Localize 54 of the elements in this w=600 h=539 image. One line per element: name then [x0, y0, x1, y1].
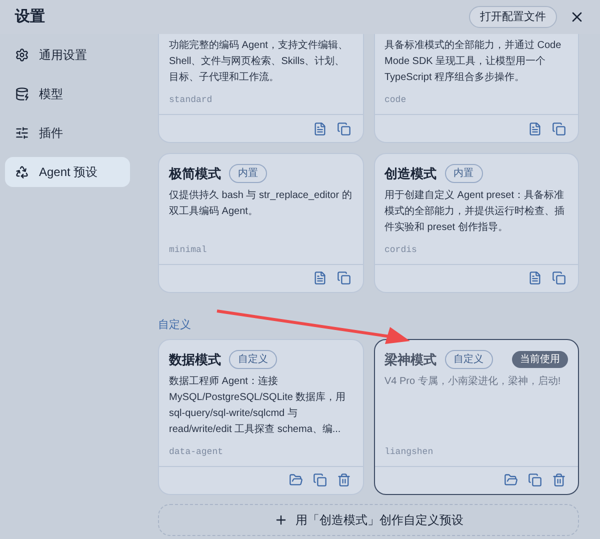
preset-card[interactable]: 功能完整的编码 Agent，支持文件编辑、Shell、文件与网页检索、Skills、计划、目标、子代理和工作流。 standard — [158, 34, 364, 143]
sidebar-item[interactable]: 通用设置 — [5, 40, 130, 70]
trash-icon[interactable] — [552, 473, 566, 487]
add-preset-button[interactable]: 用「创造模式」创作自定义预设 — [158, 504, 579, 536]
preset-description: 具备标准模式的全部能力，并通过 Code Mode SDK 呈现工具，让模型用一个 TypeScript 程序组合多步操作。 — [384, 38, 562, 85]
preset-title: 梁神模式 — [384, 351, 436, 369]
preset-card[interactable]: 梁神模式 自定义 当前使用 V4 Pro 专属，小南梁进化，梁神，启动! liangshen — [374, 339, 579, 494]
folder-icon[interactable] — [288, 473, 302, 487]
copy-icon[interactable] — [552, 122, 566, 136]
copy-icon[interactable] — [336, 122, 350, 136]
preset-tag: 自定义 — [444, 350, 492, 370]
preset-description: 功能完整的编码 Agent，支持文件编辑、Shell、文件与网页检索、Skills、计划、目标、子代理和工作流。 — [169, 38, 349, 85]
preset-id: minimal — [169, 244, 208, 256]
current-tag: 当前使用 — [512, 351, 568, 368]
preset-title: 极简模式 — [169, 165, 221, 183]
preset-card[interactable]: 极简模式 内置 仅提供持久 bash 与 str_replace_editor 的双工具编码 Agent。 minimal — [158, 153, 364, 292]
preset-description: 数据工程师 Agent：连接 MySQL/PostgreSQL/SQLite 数据库，用 sql-query/sql-write/sqlcmd 与 read/write/edit 工具探查 schema、编... — [169, 374, 347, 436]
preset-title: 数据模式 — [169, 351, 221, 369]
folder-icon[interactable] — [504, 473, 518, 487]
copy-icon[interactable] — [528, 473, 542, 487]
window-title: 设置 — [15, 6, 45, 27]
preset-description: 用于创建自定义 Agent preset：具备标准模式的全部能力，并提供运行时检查、插件实验和 preset 创作指导。 — [384, 188, 566, 234]
gear-icon — [15, 48, 29, 62]
preset-id: cordis — [384, 244, 418, 256]
document-icon[interactable] — [312, 271, 326, 285]
preset-tag: 自定义 — [229, 350, 277, 370]
sidebar-item[interactable]: Agent 预设 — [5, 157, 130, 187]
section-label: 自定义 — [158, 318, 192, 332]
preset-card[interactable]: 具备标准模式的全部能力，并通过 Code Mode SDK 呈现工具，让模型用一个 TypeScript 程序组合多步操作。 code — [374, 34, 579, 143]
document-icon[interactable] — [528, 271, 542, 285]
sidebar-item[interactable]: 模型 — [5, 79, 130, 109]
preset-id: liangshen — [384, 446, 434, 458]
sliders-icon — [15, 126, 29, 140]
preset-id: standard — [169, 94, 214, 107]
preset-description: 仅提供持久 bash 与 str_replace_editor 的双工具编码 Agent。 — [169, 188, 352, 218]
trash-icon[interactable] — [336, 473, 350, 487]
document-icon[interactable] — [312, 122, 326, 136]
copy-icon[interactable] — [312, 473, 326, 487]
preset-title: 创造模式 — [384, 165, 436, 183]
preset-description: V4 Pro 专属，小南梁进化，梁神，启动! — [384, 374, 562, 388]
copy-icon[interactable] — [336, 271, 350, 285]
preset-tag: 内置 — [229, 164, 267, 184]
sidebar-item[interactable]: 插件 — [5, 118, 130, 148]
preset-card[interactable]: 数据模式 自定义 数据工程师 Agent：连接 MySQL/PostgreSQL/SQLite 数据库，用 sql-query/sql-write/sqlcmd 与 read/write/edit 工具探查 schema、编... data-agent — [158, 339, 364, 494]
preset-id: code — [384, 94, 408, 107]
copy-icon[interactable] — [552, 271, 566, 285]
plus-icon — [274, 512, 288, 526]
cycle-icon — [15, 165, 29, 179]
preset-tag: 内置 — [444, 164, 482, 184]
database-icon — [15, 87, 29, 101]
preset-id: data-agent — [169, 446, 224, 458]
preset-card[interactable]: 创造模式 内置 用于创建自定义 Agent preset：具备标准模式的全部能力，并提供运行时检查、插件实验和 preset 创作指导。 cordis — [374, 153, 579, 292]
open-config-button[interactable]: 打开配置文件 — [469, 6, 557, 28]
document-icon[interactable] — [528, 122, 542, 136]
